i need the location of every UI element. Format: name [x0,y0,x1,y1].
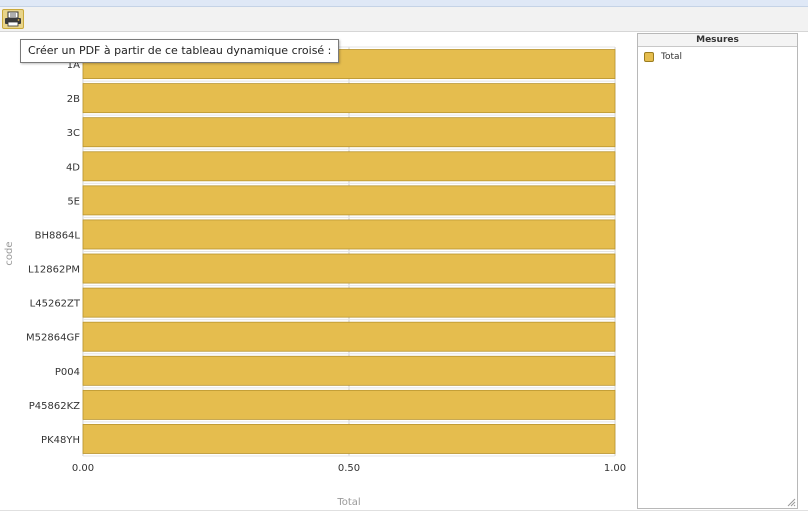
bar-chart: 1A 2B 3C 4D 5E BH8864L L12862PM L45262ZT M52864G… [0,32,636,510]
bar-P45862KZ [82,389,616,420]
bar-2B [82,83,616,114]
category-label-4D: 4D [66,162,80,173]
category-label-P004: P004 [55,367,80,378]
bottom-border [0,510,808,511]
legend-title: Mesures [638,34,797,47]
bar-M52864GF [82,321,616,352]
legend-swatch [644,52,654,62]
x-tick-label-1: 0.50 [338,463,360,474]
bar-P004 [82,355,616,386]
category-label-L12862PM: L12862PM [28,265,80,276]
toolbar [0,7,808,32]
bar-5E [82,185,616,216]
bar-chart-svg: 1A2B3C4D5EBH8864LL12862PML45262ZTM52864G… [4,46,626,508]
legend-item-label: Total [661,52,683,62]
bar-3C [82,117,616,148]
legend-panel: Mesures Total [637,33,798,509]
category-label-M52864GF: M52864GF [26,333,80,344]
category-label-3C: 3C [67,128,80,139]
category-label-2B: 2B [67,94,80,105]
bar-L45262ZT [82,287,616,318]
category-label-L45262ZT: L45262ZT [30,299,81,310]
category-label-PK48YH: PK48YH [41,435,80,446]
y-axis-title: code [4,241,15,265]
x-tick-label-2: 1.00 [604,463,626,474]
category-label-P45862KZ: P45862KZ [29,401,80,412]
printer-icon [5,11,21,27]
category-label-BH8864L: BH8864L [35,230,81,241]
legend-item-total[interactable]: Total [638,49,797,65]
bar-4D [82,151,616,182]
resize-grip-icon[interactable] [787,498,796,507]
x-axis-title: Total [336,497,360,508]
bar-BH8864L [82,219,616,250]
pivot-chart-window: Créer un PDF à partir de ce tableau dyna… [0,0,808,515]
bar-PK48YH [82,424,616,454]
category-label-5E: 5E [67,196,80,207]
top-strip [0,0,808,7]
export-pdf-button[interactable] [2,9,24,29]
x-tick-label-0: 0.00 [72,463,94,474]
export-pdf-tooltip: Créer un PDF à partir de ce tableau dyna… [20,39,340,63]
bar-L12862PM [82,253,616,284]
